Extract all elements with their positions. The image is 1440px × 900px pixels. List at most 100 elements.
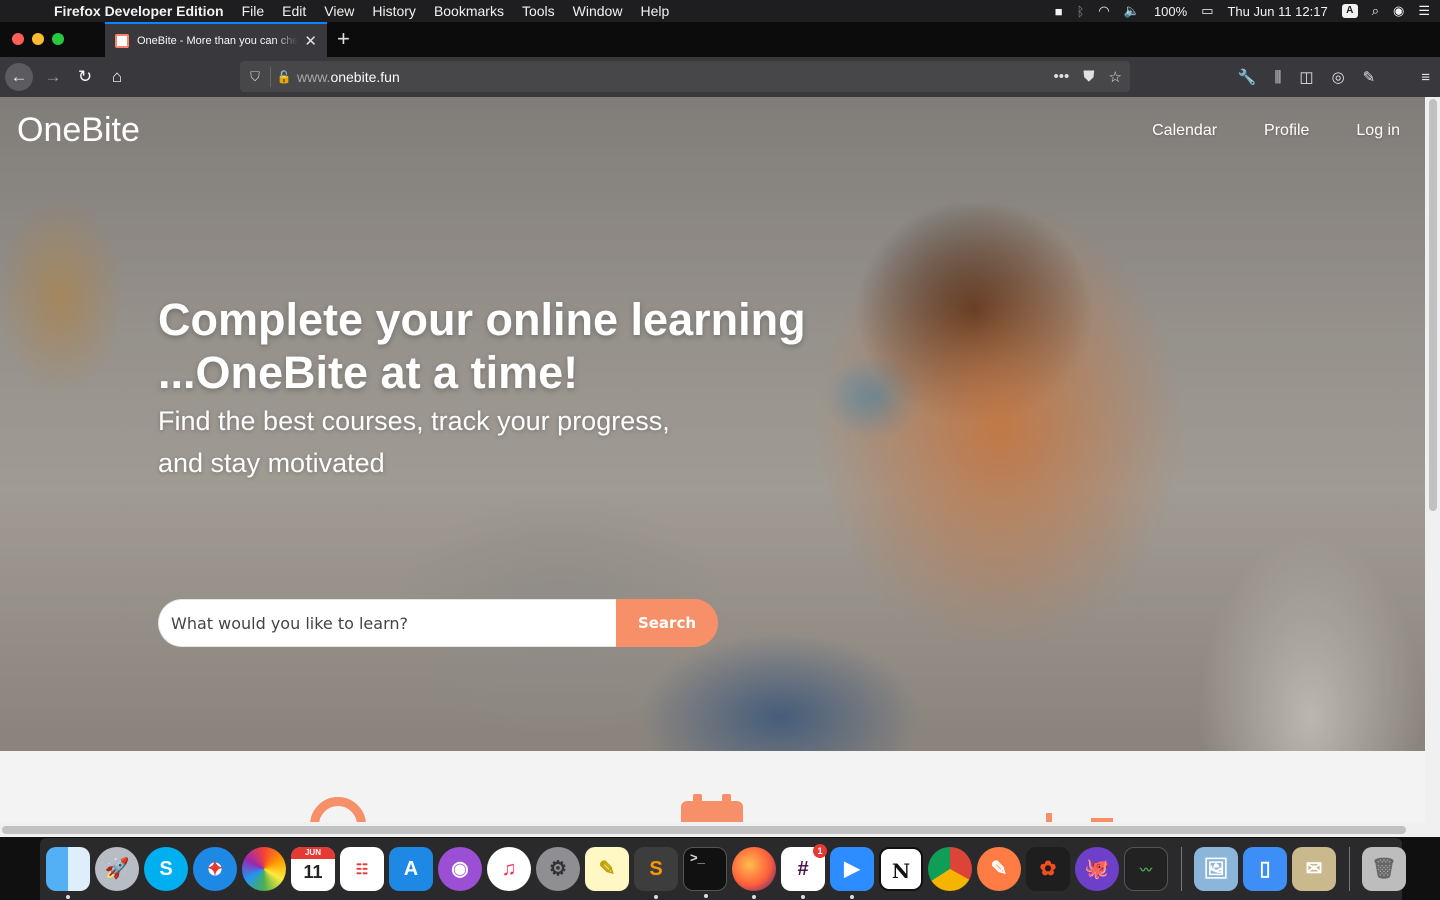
- page-actions-ellipsis-icon[interactable]: •••: [1054, 68, 1070, 85]
- notes-icon[interactable]: ✎: [585, 847, 629, 891]
- site-nav: Calendar Profile Log in: [1152, 122, 1400, 140]
- mail-stamp-icon[interactable]: ✉: [1292, 847, 1336, 891]
- window-zoom-button[interactable]: [52, 33, 64, 45]
- battery-icon[interactable]: ▭: [1201, 3, 1213, 19]
- status-area: ■ ᛒ ◠ 🔈 100% ▭ Thu Jun 11 12:17 A ⌕ ◉ ☰: [1055, 0, 1430, 22]
- macos-menu-bar: Firefox Developer Edition File Edit View…: [0, 0, 1440, 22]
- hero-headline: Complete your online learning ...OneBite…: [158, 293, 858, 399]
- tab-strip: OneBite - More than you can chew ✕ +: [0, 22, 1440, 57]
- slack-icon[interactable]: #1: [781, 844, 827, 899]
- library-icon[interactable]: ⫼: [1274, 69, 1281, 86]
- new-tab-plus-icon[interactable]: +: [337, 26, 350, 52]
- sublime-text-icon[interactable]: S: [634, 847, 678, 899]
- safari-icon[interactable]: ✦: [193, 847, 237, 891]
- wifi-icon[interactable]: ◠: [1098, 3, 1109, 19]
- podcasts-icon[interactable]: ◉: [438, 847, 482, 891]
- reminders-icon[interactable]: ☷: [340, 847, 384, 891]
- home-icon[interactable]: ⌂: [103, 63, 131, 91]
- firefox-developer-edition-icon[interactable]: [732, 847, 776, 899]
- url-bar[interactable]: ⛉ 🔓 www.onebite.fun ••• ⛊ ☆: [240, 61, 1130, 92]
- calendar-app-icon[interactable]: 11: [291, 847, 335, 891]
- insecure-lock-icon[interactable]: 🔓: [271, 70, 297, 84]
- toolbar-right-icons: 🔧 ⫼ ◫ ◎ ✎ ≡: [1238, 57, 1430, 97]
- menu-view[interactable]: View: [315, 0, 363, 22]
- macos-dock: 🚀 S ✦ 11 ☷ A ◉ ♫ ⚙ ✎ S >_ #1 ▶ N ✎ ✿ 🐙 〰…: [40, 838, 1406, 900]
- window-controls: [12, 33, 64, 45]
- app-store-icon[interactable]: A: [389, 847, 433, 891]
- headline-line-2: ...OneBite at a time!: [158, 347, 579, 398]
- notion-icon[interactable]: N: [879, 847, 923, 891]
- figma-icon[interactable]: ✿: [1026, 847, 1070, 891]
- search-button[interactable]: Search: [616, 599, 718, 647]
- input-source-icon[interactable]: A: [1341, 4, 1358, 18]
- finder-icon[interactable]: [46, 847, 90, 899]
- preview-icon[interactable]: 🖼: [1194, 847, 1238, 891]
- activity-monitor-icon[interactable]: 〰: [1124, 847, 1168, 891]
- paw-icon[interactable]: ✎: [977, 847, 1021, 891]
- menu-file[interactable]: File: [233, 0, 274, 22]
- menu-bookmarks[interactable]: Bookmarks: [425, 0, 513, 22]
- keynote-icon[interactable]: ▯: [1243, 847, 1287, 891]
- terminal-icon[interactable]: >_: [683, 847, 727, 898]
- hero-subheading: Find the best courses, track your progre…: [158, 400, 738, 484]
- reload-icon[interactable]: ↻: [71, 63, 99, 91]
- back-arrow-icon[interactable]: ←: [5, 63, 33, 91]
- notification-center-icon[interactable]: ☰: [1418, 3, 1430, 19]
- menu-history[interactable]: History: [363, 0, 425, 22]
- site-favicon-icon: [115, 33, 129, 48]
- dock-separator-2: [1349, 847, 1350, 891]
- launchpad-icon[interactable]: 🚀: [95, 847, 139, 891]
- zoom-icon[interactable]: ▶: [830, 847, 874, 899]
- chrome-icon[interactable]: [928, 847, 972, 891]
- nav-link-login[interactable]: Log in: [1356, 122, 1400, 140]
- vertical-scrollbar[interactable]: [1425, 97, 1440, 837]
- menu-help[interactable]: Help: [631, 0, 678, 22]
- menu-window[interactable]: Window: [564, 0, 632, 22]
- vertical-scrollbar-thumb[interactable]: [1429, 99, 1437, 511]
- battery-percent[interactable]: 100%: [1154, 4, 1187, 19]
- tab-onebite[interactable]: OneBite - More than you can chew ✕: [105, 22, 327, 57]
- system-preferences-gear-icon[interactable]: ⚙: [536, 847, 580, 891]
- hamburger-menu-icon[interactable]: ≡: [1421, 69, 1430, 86]
- customize-pen-icon[interactable]: ✎: [1363, 68, 1376, 86]
- bluetooth-icon[interactable]: ᛒ: [1077, 4, 1085, 19]
- slack-notification-badge: 1: [813, 844, 827, 858]
- skype-icon[interactable]: S: [144, 847, 188, 891]
- menu-app-name[interactable]: Firefox Developer Edition: [54, 0, 233, 22]
- headline-line-1: Complete your online learning: [158, 294, 806, 345]
- horizontal-scrollbar[interactable]: [0, 822, 1425, 837]
- trash-icon[interactable]: 🗑: [1362, 847, 1406, 891]
- bookmark-star-icon[interactable]: ☆: [1109, 68, 1122, 86]
- screen-record-icon[interactable]: ■: [1055, 4, 1063, 19]
- url-prefix: www.: [297, 68, 331, 85]
- menu-edit[interactable]: Edit: [273, 0, 315, 22]
- photos-icon[interactable]: [242, 847, 286, 891]
- url-text[interactable]: www.onebite.fun: [297, 69, 400, 85]
- sidebar-toggle-icon[interactable]: ◫: [1299, 68, 1313, 86]
- clock[interactable]: Thu Jun 11 12:17: [1227, 4, 1327, 19]
- course-search-input[interactable]: [158, 599, 616, 647]
- volume-icon[interactable]: 🔈: [1124, 3, 1140, 19]
- url-bar-actions: ••• ⛊ ☆: [1054, 61, 1122, 92]
- tab-close-icon[interactable]: ✕: [304, 32, 317, 50]
- window-minimize-button[interactable]: [32, 33, 44, 45]
- music-icon[interactable]: ♫: [487, 847, 531, 891]
- pocket-icon[interactable]: ⛊: [1083, 68, 1094, 85]
- tab-title: OneBite - More than you can chew: [137, 34, 299, 47]
- site-logo[interactable]: OneBite: [17, 111, 140, 150]
- page-viewport: OneBite Calendar Profile Log in Complete…: [0, 97, 1440, 837]
- menu-tools[interactable]: Tools: [513, 0, 564, 22]
- nav-link-calendar[interactable]: Calendar: [1152, 122, 1217, 140]
- subhead-line-2: and stay motivated: [158, 448, 385, 478]
- github-desktop-icon[interactable]: 🐙: [1075, 847, 1119, 891]
- nav-link-profile[interactable]: Profile: [1264, 122, 1309, 140]
- developer-tools-wrench-icon[interactable]: 🔧: [1238, 68, 1257, 86]
- spotlight-search-icon[interactable]: ⌕: [1372, 3, 1379, 19]
- siri-icon[interactable]: ◉: [1393, 3, 1404, 19]
- account-icon[interactable]: ◎: [1332, 68, 1345, 86]
- subhead-line-1: Find the best courses, track your progre…: [158, 406, 670, 436]
- horizontal-scrollbar-thumb[interactable]: [2, 826, 1406, 834]
- forward-arrow-icon[interactable]: →: [39, 63, 67, 91]
- tracking-protection-shield-icon[interactable]: ⛉: [240, 69, 270, 85]
- window-close-button[interactable]: [12, 33, 24, 45]
